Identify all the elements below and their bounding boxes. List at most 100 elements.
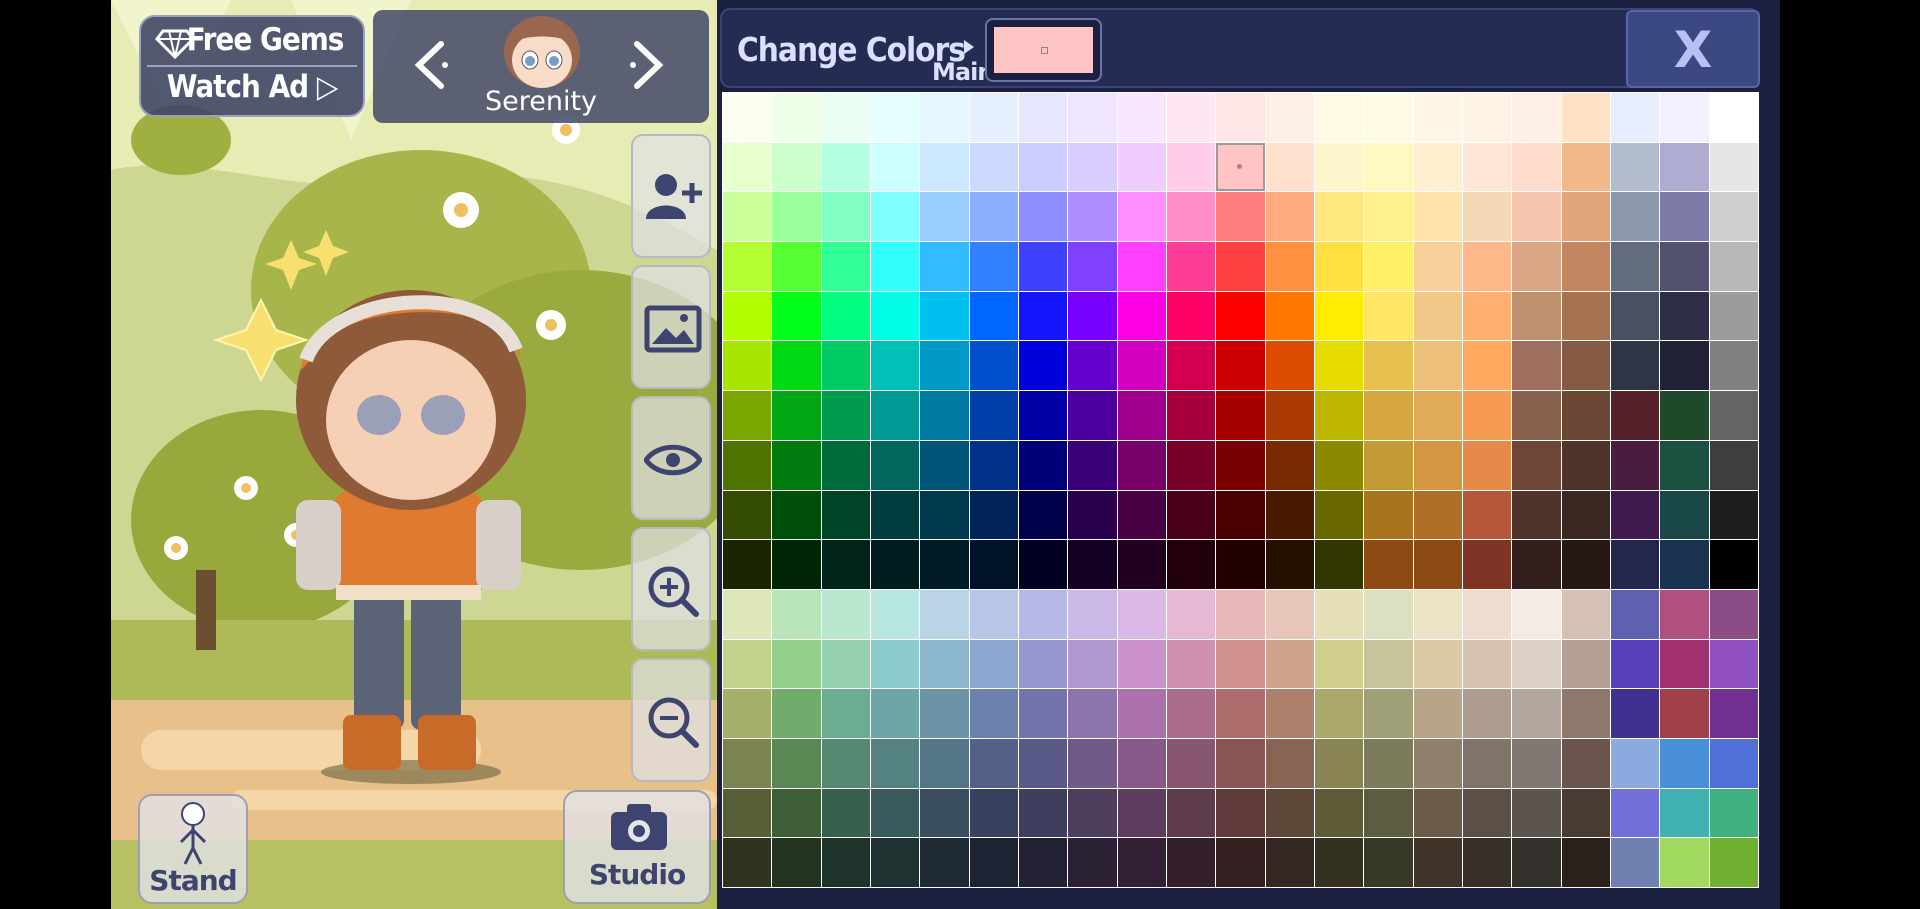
color-swatch-cell[interactable] — [772, 540, 821, 589]
color-swatch-cell[interactable] — [1068, 391, 1117, 440]
color-swatch-cell[interactable] — [1216, 242, 1265, 291]
color-swatch-cell[interactable] — [1265, 540, 1314, 589]
color-swatch-cell[interactable] — [821, 589, 870, 639]
color-swatch-cell[interactable] — [1512, 689, 1561, 738]
color-swatch-cell[interactable] — [772, 788, 821, 838]
color-swatch-cell[interactable] — [1216, 639, 1265, 689]
color-swatch-cell[interactable] — [1462, 540, 1512, 589]
current-color-swatch[interactable] — [985, 18, 1102, 82]
color-swatch-cell[interactable] — [1166, 391, 1216, 440]
color-swatch-cell[interactable] — [1512, 391, 1561, 440]
color-swatch-cell[interactable] — [1413, 93, 1462, 142]
color-swatch-cell[interactable] — [1018, 192, 1068, 242]
color-swatch-cell[interactable] — [821, 192, 870, 242]
color-swatch-cell[interactable] — [1216, 689, 1265, 738]
color-swatch-cell[interactable] — [1413, 440, 1462, 490]
color-swatch-cell[interactable] — [723, 689, 772, 738]
color-swatch-cell[interactable] — [1068, 838, 1117, 887]
color-swatch-cell[interactable] — [1216, 490, 1265, 540]
color-swatch-cell[interactable] — [870, 788, 920, 838]
color-swatch-cell[interactable] — [1709, 540, 1758, 589]
color-swatch-cell[interactable] — [1462, 589, 1512, 639]
color-swatch-cell[interactable] — [772, 391, 821, 440]
color-swatch-cell[interactable] — [1364, 738, 1413, 788]
color-swatch-cell[interactable] — [1660, 242, 1709, 291]
color-swatch-cell[interactable] — [870, 738, 920, 788]
color-swatch-cell[interactable] — [870, 540, 920, 589]
color-swatch-cell[interactable] — [1660, 788, 1709, 838]
color-swatch-cell[interactable] — [723, 93, 772, 142]
color-swatch-cell[interactable] — [1610, 540, 1660, 589]
color-swatch-cell[interactable] — [1216, 291, 1265, 341]
color-swatch-cell[interactable] — [772, 589, 821, 639]
color-swatch-cell[interactable] — [1314, 291, 1364, 341]
color-swatch-cell[interactable] — [723, 242, 772, 291]
color-swatch-cell[interactable] — [1709, 142, 1758, 192]
color-swatch-cell[interactable] — [1314, 242, 1364, 291]
color-swatch-cell[interactable] — [1068, 192, 1117, 242]
color-swatch-cell[interactable] — [1413, 838, 1462, 887]
color-swatch-cell[interactable] — [772, 341, 821, 391]
color-swatch-cell[interactable] — [1117, 589, 1166, 639]
color-swatch-cell[interactable] — [1364, 589, 1413, 639]
color-swatch-cell[interactable] — [1117, 391, 1166, 440]
color-swatch-cell[interactable] — [1216, 93, 1265, 142]
color-swatch-cell[interactable] — [969, 142, 1018, 192]
color-swatch-cell[interactable] — [772, 93, 821, 142]
color-swatch-cell[interactable] — [1660, 341, 1709, 391]
color-swatch-cell[interactable] — [1413, 639, 1462, 689]
color-swatch-cell[interactable] — [1117, 738, 1166, 788]
color-swatch-cell[interactable] — [821, 440, 870, 490]
color-swatch-cell[interactable] — [1512, 788, 1561, 838]
color-swatch-cell[interactable] — [1364, 142, 1413, 192]
color-swatch-cell[interactable] — [1018, 838, 1068, 887]
color-swatch-cell[interactable] — [1709, 639, 1758, 689]
color-swatch-cell[interactable] — [1561, 639, 1610, 689]
color-swatch-cell[interactable] — [723, 142, 772, 192]
color-swatch-cell[interactable] — [1166, 689, 1216, 738]
color-swatch-cell[interactable] — [723, 838, 772, 887]
color-swatch-cell[interactable] — [1462, 142, 1512, 192]
color-swatch-cell[interactable] — [1413, 589, 1462, 639]
color-swatch-cell[interactable] — [1265, 341, 1314, 391]
color-swatch-cell[interactable] — [1166, 589, 1216, 639]
color-swatch-cell[interactable] — [723, 788, 772, 838]
color-swatch-cell[interactable] — [1364, 639, 1413, 689]
color-swatch-cell[interactable] — [1413, 540, 1462, 589]
color-swatch-cell[interactable] — [870, 341, 920, 391]
color-swatch-cell[interactable] — [723, 639, 772, 689]
color-swatch-cell[interactable] — [1709, 689, 1758, 738]
color-swatch-cell[interactable] — [1265, 589, 1314, 639]
color-swatch-cell[interactable] — [1660, 291, 1709, 341]
color-swatch-cell[interactable] — [772, 639, 821, 689]
color-swatch-cell[interactable] — [821, 242, 870, 291]
color-swatch-cell[interactable] — [1413, 142, 1462, 192]
color-swatch-cell[interactable] — [969, 788, 1018, 838]
color-swatch-cell[interactable] — [1364, 192, 1413, 242]
color-swatch-cell[interactable] — [1018, 440, 1068, 490]
color-swatch-cell[interactable] — [1709, 788, 1758, 838]
color-swatch-cell[interactable] — [1265, 788, 1314, 838]
color-swatch-cell[interactable] — [1068, 589, 1117, 639]
color-swatch-cell[interactable] — [1660, 440, 1709, 490]
color-swatch-cell[interactable] — [772, 440, 821, 490]
next-character-icon[interactable] — [627, 40, 667, 90]
color-swatch-cell[interactable] — [1709, 490, 1758, 540]
color-swatch-cell[interactable] — [1709, 341, 1758, 391]
color-swatch-cell[interactable] — [969, 440, 1018, 490]
color-swatch-cell[interactable] — [1216, 540, 1265, 589]
color-swatch-cell[interactable] — [1660, 589, 1709, 639]
color-swatch-cell[interactable] — [1117, 639, 1166, 689]
color-swatch-cell[interactable] — [1561, 540, 1610, 589]
color-swatch-cell[interactable] — [1018, 142, 1068, 192]
color-swatch-cell[interactable] — [723, 589, 772, 639]
color-swatch-cell[interactable] — [1561, 738, 1610, 788]
color-swatch-cell[interactable] — [1364, 93, 1413, 142]
color-swatch-cell[interactable] — [920, 341, 969, 391]
color-swatch-cell[interactable] — [1265, 490, 1314, 540]
color-swatch-cell[interactable] — [723, 341, 772, 391]
color-swatch-cell[interactable] — [1018, 490, 1068, 540]
color-swatch-cell[interactable] — [1166, 788, 1216, 838]
color-swatch-cell[interactable] — [1462, 440, 1512, 490]
color-swatch-cell[interactable] — [1413, 738, 1462, 788]
